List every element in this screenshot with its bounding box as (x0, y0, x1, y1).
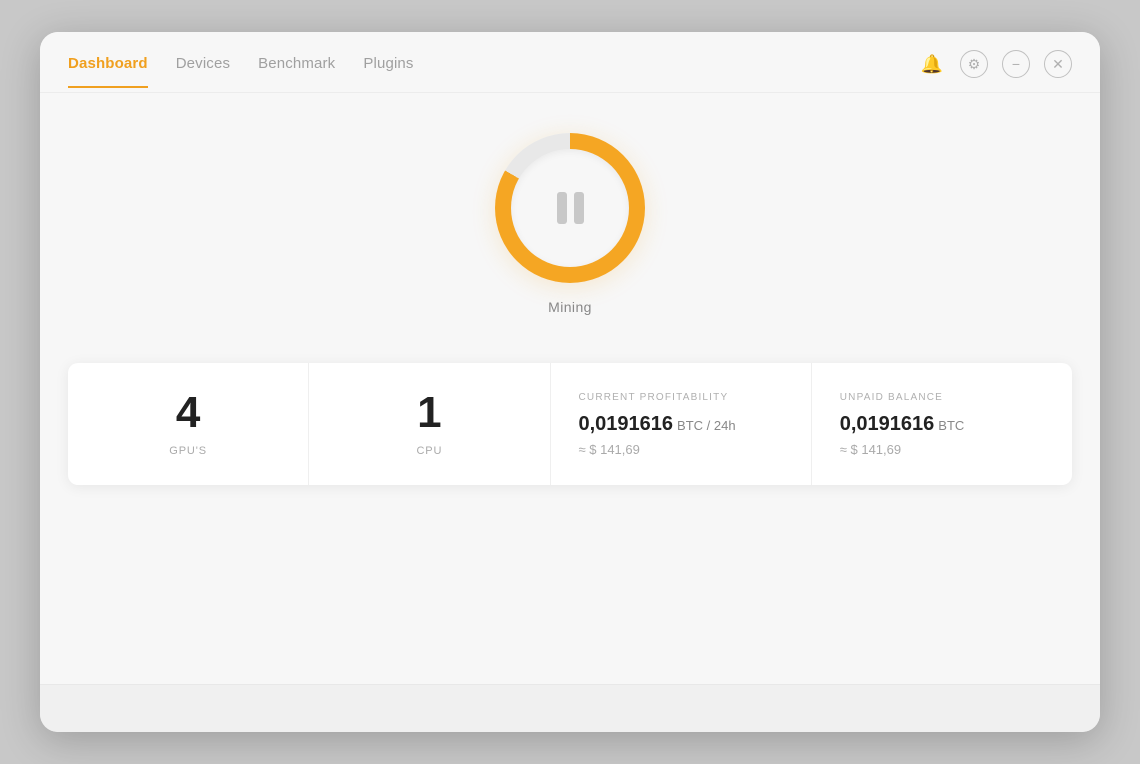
cpu-label: CPU (416, 445, 442, 457)
balance-usd: ≈ $ 141,69 (840, 442, 901, 457)
mining-ring-button[interactable] (495, 133, 645, 283)
pause-bar-left (557, 192, 567, 224)
stat-gpu: 4 GPU'S (68, 363, 309, 485)
stats-row: 4 GPU'S 1 CPU CURRENT PROFITABILITY 0,01… (68, 363, 1072, 485)
notification-icon[interactable]: 🔔 (918, 50, 946, 78)
settings-icon[interactable]: ⚙ (960, 50, 988, 78)
close-icon[interactable]: ✕ (1044, 50, 1072, 78)
profitability-btc-unit: BTC / 24h (677, 418, 736, 433)
gpu-count: 4 (176, 391, 200, 435)
profitability-usd: ≈ $ 141,69 (579, 442, 640, 457)
cpu-count: 1 (417, 391, 441, 435)
pause-bar-right (574, 192, 584, 224)
main-content: Mining 4 GPU'S 1 CPU CURRENT PROFITABILI… (40, 93, 1100, 684)
pause-icon (557, 192, 584, 224)
bottom-bar (40, 684, 1100, 732)
mining-button-area: Mining (495, 133, 645, 315)
gpu-label: GPU'S (169, 445, 207, 457)
title-bar: Dashboard Devices Benchmark Plugins 🔔 ⚙ … (40, 32, 1100, 93)
mining-status-label: Mining (548, 299, 592, 315)
stat-profitability: CURRENT PROFITABILITY 0,0191616BTC / 24h… (551, 363, 812, 485)
tab-dashboard[interactable]: Dashboard (68, 55, 148, 88)
tab-devices[interactable]: Devices (176, 55, 230, 88)
tab-benchmark[interactable]: Benchmark (258, 55, 335, 88)
minimize-icon[interactable]: − (1002, 50, 1030, 78)
window-controls: 🔔 ⚙ − ✕ (918, 50, 1072, 92)
balance-section-label: UNPAID BALANCE (840, 392, 943, 403)
nav-tabs: Dashboard Devices Benchmark Plugins (68, 55, 414, 88)
app-window: Dashboard Devices Benchmark Plugins 🔔 ⚙ … (40, 32, 1100, 732)
balance-btc-unit: BTC (938, 418, 964, 433)
profitability-section-label: CURRENT PROFITABILITY (579, 392, 729, 403)
stat-balance: UNPAID BALANCE 0,0191616BTC ≈ $ 141,69 (812, 363, 1072, 485)
profitability-btc-value: 0,0191616BTC / 24h (579, 413, 736, 436)
balance-btc-value: 0,0191616BTC (840, 413, 965, 436)
stat-cpu: 1 CPU (309, 363, 550, 485)
tab-plugins[interactable]: Plugins (363, 55, 413, 88)
mining-ring-inner (511, 149, 629, 267)
